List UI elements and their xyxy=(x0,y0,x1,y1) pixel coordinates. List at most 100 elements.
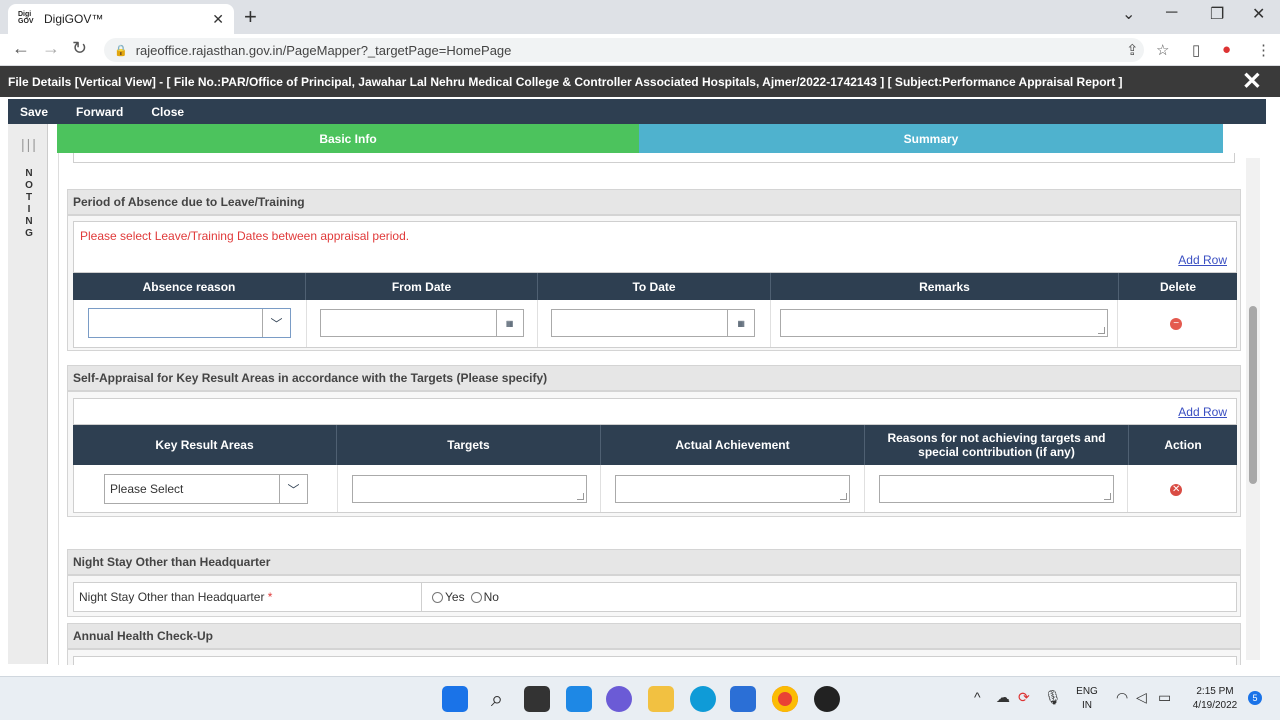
col-to-date: To Date xyxy=(538,273,771,300)
chat-icon[interactable] xyxy=(606,686,632,712)
language-indicator[interactable]: ENG IN xyxy=(1074,685,1100,713)
browser-tab-bar: Digi GOV DigiGOV™ ✕ + ⌄ ─ ❐ ✕ xyxy=(0,0,1280,34)
absence-reason-select[interactable]: ﹀ xyxy=(88,308,291,338)
reload-icon[interactable]: ↻ xyxy=(72,38,87,59)
noting-panel[interactable]: ||| N O T I N G xyxy=(8,124,48,664)
no-radio[interactable] xyxy=(470,591,482,603)
minimize-icon[interactable]: ─ xyxy=(1166,4,1177,22)
absence-reason-cell: ﹀ xyxy=(74,300,307,347)
volume-icon[interactable]: ◁ xyxy=(1136,689,1147,706)
kra-section: Add Row Key Result Areas Targets Actual … xyxy=(67,391,1241,517)
to-date-input[interactable]: ▦ xyxy=(551,309,756,337)
action-toolbar: Save Forward Close xyxy=(8,99,1266,124)
file-details-title: File Details [Vertical View] - [ File No… xyxy=(8,74,1123,89)
url-input[interactable]: 🔒 rajeoffice.rajasthan.gov.in/PageMapper… xyxy=(104,38,1144,62)
kra-select-value: Please Select xyxy=(110,482,184,496)
save-button[interactable]: Save xyxy=(20,105,48,119)
night-stay-section: Night Stay Other than Headquarter * Yes … xyxy=(67,575,1241,617)
no-label[interactable]: No xyxy=(484,590,499,604)
bookmark-star-icon[interactable]: ☆ xyxy=(1156,41,1169,59)
col-key-result-areas: Key Result Areas xyxy=(73,425,337,465)
forward-button[interactable]: Forward xyxy=(76,105,123,119)
mic-icon[interactable]: 🎙 xyxy=(1044,689,1062,706)
absence-table-row: ﹀ ▦ ▦ − xyxy=(73,300,1237,348)
close-button[interactable]: Close xyxy=(151,105,184,119)
calendar-icon[interactable]: ▦ xyxy=(727,310,754,336)
absence-info-box: Please select Leave/Training Dates betwe… xyxy=(73,221,1237,273)
col-actual-achievement: Actual Achievement xyxy=(601,425,865,465)
sync-icon[interactable]: ⟳ xyxy=(1018,689,1030,706)
file-close-icon[interactable]: ✕ xyxy=(1242,67,1262,96)
file-explorer-icon[interactable] xyxy=(648,686,674,712)
widgets-icon[interactable] xyxy=(566,686,592,712)
col-action: Action xyxy=(1164,438,1202,452)
chevron-down-icon[interactable]: ﹀ xyxy=(279,475,307,503)
edge-icon[interactable] xyxy=(690,686,716,712)
targets-textarea[interactable] xyxy=(351,475,587,503)
col-delete: Delete xyxy=(1159,279,1197,294)
kra-select-cell: Please Select ﹀ xyxy=(74,465,338,512)
share-icon[interactable]: ⇪ xyxy=(1126,41,1139,59)
health-section xyxy=(67,649,1241,665)
delete-row-icon[interactable]: − xyxy=(1170,318,1183,330)
notification-badge[interactable]: 5 xyxy=(1248,691,1262,705)
remarks-textarea[interactable] xyxy=(779,309,1108,337)
kra-section-title: Self-Appraisal for Key Result Areas in a… xyxy=(67,365,1241,391)
calendar-icon[interactable]: ▦ xyxy=(495,310,523,336)
absence-add-row-link[interactable]: Add Row xyxy=(1178,253,1227,267)
tab-summary[interactable]: Summary xyxy=(639,124,1223,153)
chevron-down-icon[interactable]: ﹀ xyxy=(262,309,290,337)
night-stay-label: Night Stay Other than Headquarter xyxy=(79,590,265,604)
profile-avatar-icon[interactable]: ● xyxy=(1222,41,1231,58)
previous-table-remnant xyxy=(73,153,1235,163)
yes-radio[interactable] xyxy=(432,591,443,603)
wifi-icon[interactable]: ◠ xyxy=(1116,689,1128,706)
forward-arrow-icon[interactable]: → xyxy=(42,38,60,59)
required-marker: * xyxy=(267,590,273,604)
drag-handle-icon[interactable]: ||| xyxy=(21,136,38,152)
yes-label[interactable]: Yes xyxy=(445,590,465,604)
back-arrow-icon[interactable]: ← xyxy=(12,38,30,59)
store-icon[interactable] xyxy=(730,686,756,712)
new-tab-icon[interactable]: + xyxy=(244,4,257,30)
search-icon[interactable]: ⌕ xyxy=(484,686,510,712)
health-section-title: Annual Health Check-Up xyxy=(67,623,1241,649)
remarks-cell xyxy=(771,300,1119,347)
chrome-icon[interactable] xyxy=(772,686,798,712)
onedrive-icon[interactable]: ☁ xyxy=(996,689,1010,706)
menu-kebab-icon[interactable]: ⋮ xyxy=(1256,41,1271,59)
remove-row-icon[interactable]: ✕ xyxy=(1170,484,1183,496)
task-view-icon[interactable] xyxy=(524,686,550,712)
start-icon[interactable] xyxy=(442,686,468,712)
delete-cell: − xyxy=(1118,300,1236,347)
tray-chevron-icon[interactable]: ^ xyxy=(974,689,981,705)
achievement-textarea[interactable] xyxy=(615,475,851,503)
vertical-scrollbar[interactable] xyxy=(1246,158,1260,660)
absence-error-message: Please select Leave/Training Dates betwe… xyxy=(80,229,410,243)
kra-add-row-link[interactable]: Add Row xyxy=(1178,405,1227,419)
tab-search-chevron-icon[interactable]: ⌄ xyxy=(1122,4,1135,24)
browser-tab[interactable]: Digi GOV DigiGOV™ ✕ xyxy=(8,4,234,34)
absence-section-title: Period of Absence due to Leave/Training xyxy=(67,189,1241,215)
window-close-icon[interactable]: ✕ xyxy=(1252,4,1265,24)
col-absence-reason: Absence reason xyxy=(73,273,306,300)
clock[interactable]: 2:15 PM 4/19/2022 xyxy=(1186,685,1244,713)
absence-section: Please select Leave/Training Dates betwe… xyxy=(67,215,1241,351)
tab-close-icon[interactable]: ✕ xyxy=(212,11,224,28)
absence-grid-header: Absence reason From Date To Date Remarks… xyxy=(73,273,1237,300)
app-icon[interactable] xyxy=(814,686,840,712)
from-date-input[interactable]: ▦ xyxy=(319,309,524,337)
battery-icon[interactable]: ▭ xyxy=(1158,689,1171,706)
sidepanel-icon[interactable]: ▯ xyxy=(1192,41,1200,59)
restore-icon[interactable]: ❐ xyxy=(1210,4,1224,24)
col-from-date: From Date xyxy=(306,273,538,300)
kra-select[interactable]: Please Select ﹀ xyxy=(104,474,308,504)
tab-basic-info[interactable]: Basic Info xyxy=(57,124,639,153)
digigov-favicon-icon: Digi GOV xyxy=(18,11,34,25)
scrollbar-thumb[interactable] xyxy=(1249,306,1257,484)
lang-top: ENG xyxy=(1076,686,1098,697)
clock-time: 2:15 PM xyxy=(1196,686,1234,697)
lang-bottom: IN xyxy=(1082,700,1092,711)
health-row xyxy=(73,656,1237,665)
reasons-textarea[interactable] xyxy=(878,475,1114,503)
